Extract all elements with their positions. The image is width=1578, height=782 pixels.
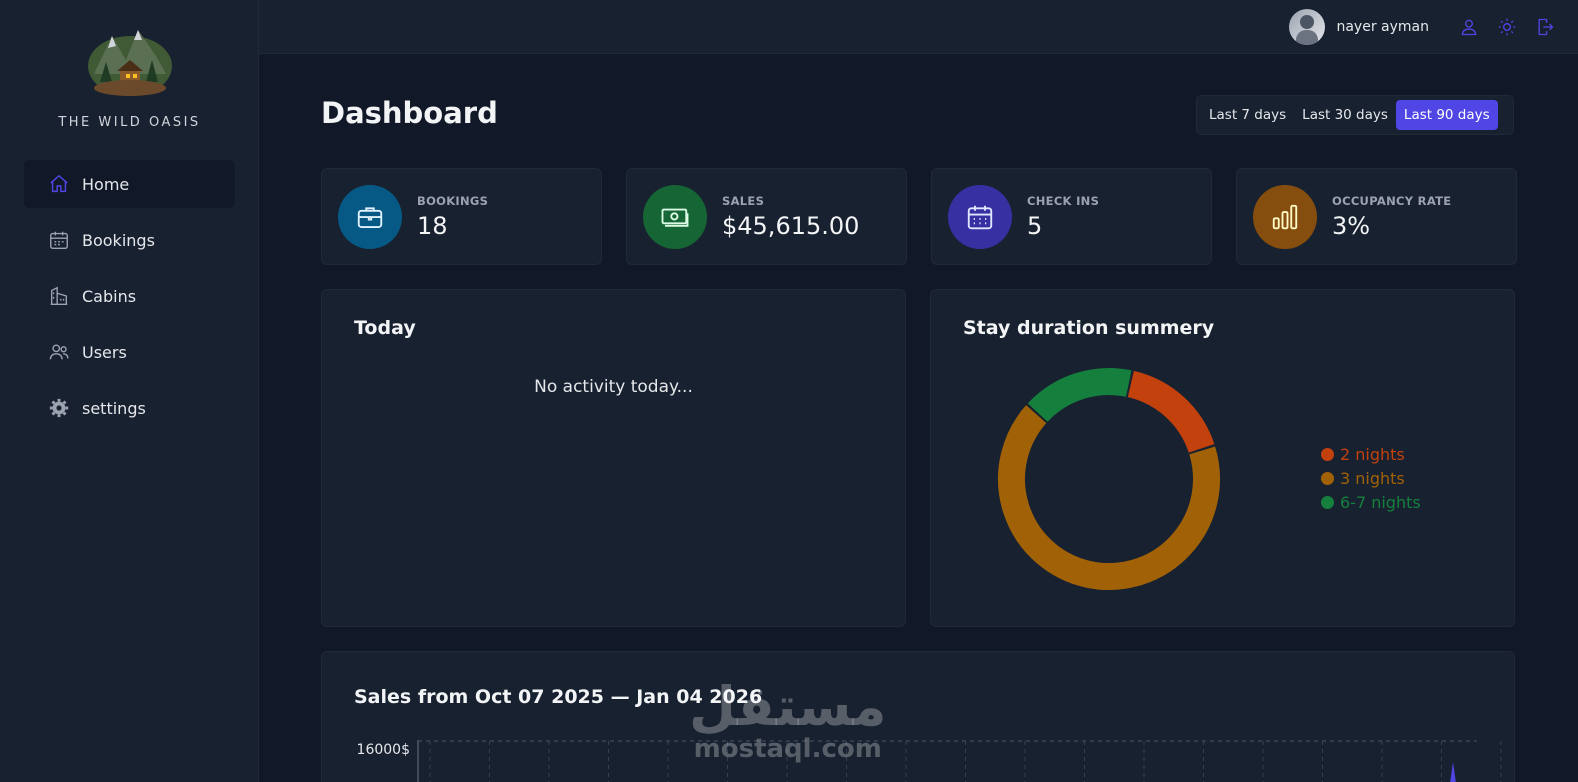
stat-text: OCCUPANCY RATE 3%	[1332, 194, 1451, 240]
banknotes-icon	[661, 208, 689, 227]
stat-text: SALES $45,615.00	[722, 194, 859, 240]
brand-name: THE WILD OASIS	[58, 115, 201, 130]
stay-duration-donut	[998, 368, 1220, 590]
donut-slice-3-nights[interactable]	[998, 405, 1220, 590]
page-title: Dashboard	[321, 96, 498, 130]
stat-icon-circle	[1253, 184, 1317, 249]
stat-text: BOOKINGS 18	[417, 194, 488, 240]
building-icon	[48, 285, 70, 307]
sales-area-chart: 16000$	[357, 740, 1502, 782]
avatar[interactable]	[1289, 8, 1326, 45]
stat-icon-circle	[948, 184, 1012, 249]
legend-label: 6-7 nights	[1340, 492, 1421, 512]
stat-label: OCCUPANCY RATE	[1332, 193, 1452, 208]
y-tick-label: 16000$	[357, 742, 410, 758]
logo-image	[87, 30, 172, 96]
stat-icon-circle	[338, 184, 402, 249]
legend-dot	[1321, 471, 1334, 485]
date-range-filter: Last 7 days Last 30 days Last 90 days	[1196, 95, 1514, 135]
legend-label: 2 nights	[1340, 444, 1405, 464]
stay-duration-legend: 2 nights 3 nights 6-7 nights	[1321, 442, 1421, 514]
sales-area	[1450, 762, 1456, 782]
stat-bookings: BOOKINGS 18	[321, 168, 602, 265]
stat-icon-circle	[643, 184, 707, 249]
stat-label: BOOKINGS	[417, 193, 489, 208]
logo[interactable]: THE WILD OASIS	[0, 22, 259, 130]
sidebar: THE WILD OASIS Home Bookings Cabins User…	[0, 0, 259, 782]
stat-value: 18	[417, 211, 448, 240]
nav-item-label: settings	[82, 398, 146, 418]
stat-check-ins: CHECK INS 5	[931, 168, 1212, 265]
stat-value: 3%	[1332, 211, 1371, 240]
legend-item: 2 nights	[1321, 442, 1421, 466]
home-icon	[48, 173, 70, 195]
today-title: Today	[354, 317, 416, 339]
filter-last-90-days[interactable]: Last 90 days	[1395, 100, 1498, 130]
filter-last-7-days[interactable]: Last 7 days	[1201, 100, 1294, 130]
nav-item-home[interactable]: Home	[24, 160, 235, 208]
users-icon	[48, 341, 70, 363]
legend-item: 6-7 nights	[1321, 490, 1421, 514]
gear-icon	[48, 397, 70, 419]
chart-bar-icon	[1272, 204, 1298, 229]
stats-row: BOOKINGS 18 SALES $45,615.00 CHECK INS 5…	[321, 168, 1517, 265]
logout-icon[interactable]	[1534, 16, 1556, 38]
legend-item: 3 nights	[1321, 466, 1421, 490]
main-nav: Home Bookings Cabins Users settings	[24, 160, 235, 440]
calendar-icon	[48, 229, 70, 251]
stat-text: CHECK INS 5	[1027, 194, 1099, 240]
user-name: nayer ayman	[1336, 18, 1429, 35]
nav-item-settings[interactable]: settings	[24, 384, 235, 432]
nav-item-users[interactable]: Users	[24, 328, 235, 376]
sun-icon[interactable]	[1496, 16, 1518, 38]
nav-item-label: Users	[82, 342, 127, 362]
nav-item-cabins[interactable]: Cabins	[24, 272, 235, 320]
topbar: nayer ayman	[259, 0, 1578, 54]
stat-occupancy-rate: OCCUPANCY RATE 3%	[1236, 168, 1517, 265]
stat-value: $45,615.00	[722, 211, 860, 240]
today-panel: Today No activity today...	[321, 289, 906, 627]
no-activity-text: No activity today...	[534, 377, 693, 397]
sales-title: Sales from Oct 07 2025 — Jan 04 2026	[354, 686, 763, 708]
stay-duration-title: Stay duration summery	[963, 317, 1215, 339]
legend-dot	[1321, 495, 1334, 509]
user-icon[interactable]	[1458, 16, 1480, 38]
calendar-days-icon	[967, 205, 993, 229]
stat-value: 5	[1027, 211, 1043, 240]
nav-item-bookings[interactable]: Bookings	[24, 216, 235, 264]
sales-panel: Sales from Oct 07 2025 — Jan 04 2026 160…	[321, 651, 1515, 782]
legend-label: 3 nights	[1340, 468, 1405, 488]
donut-slice-6-7-nights[interactable]	[1027, 368, 1132, 423]
nav-item-label: Home	[82, 174, 130, 194]
stat-sales: SALES $45,615.00	[626, 168, 907, 265]
nav-item-label: Bookings	[82, 230, 155, 250]
nav-item-label: Cabins	[82, 286, 137, 306]
stay-duration-panel: Stay duration summery 2 nights 3 nights 6-…	[930, 289, 1515, 627]
legend-dot	[1321, 447, 1334, 461]
donut-slice-2-nights[interactable]	[1127, 370, 1215, 454]
app-root: THE WILD OASIS Home Bookings Cabins User…	[0, 0, 1578, 782]
main-content: nayer ayman Dashboard Last 7 days Last 3…	[259, 0, 1578, 782]
briefcase-icon	[357, 206, 383, 228]
stat-label: CHECK INS	[1027, 193, 1100, 208]
stat-label: SALES	[722, 193, 765, 208]
filter-last-30-days[interactable]: Last 30 days	[1294, 100, 1396, 130]
